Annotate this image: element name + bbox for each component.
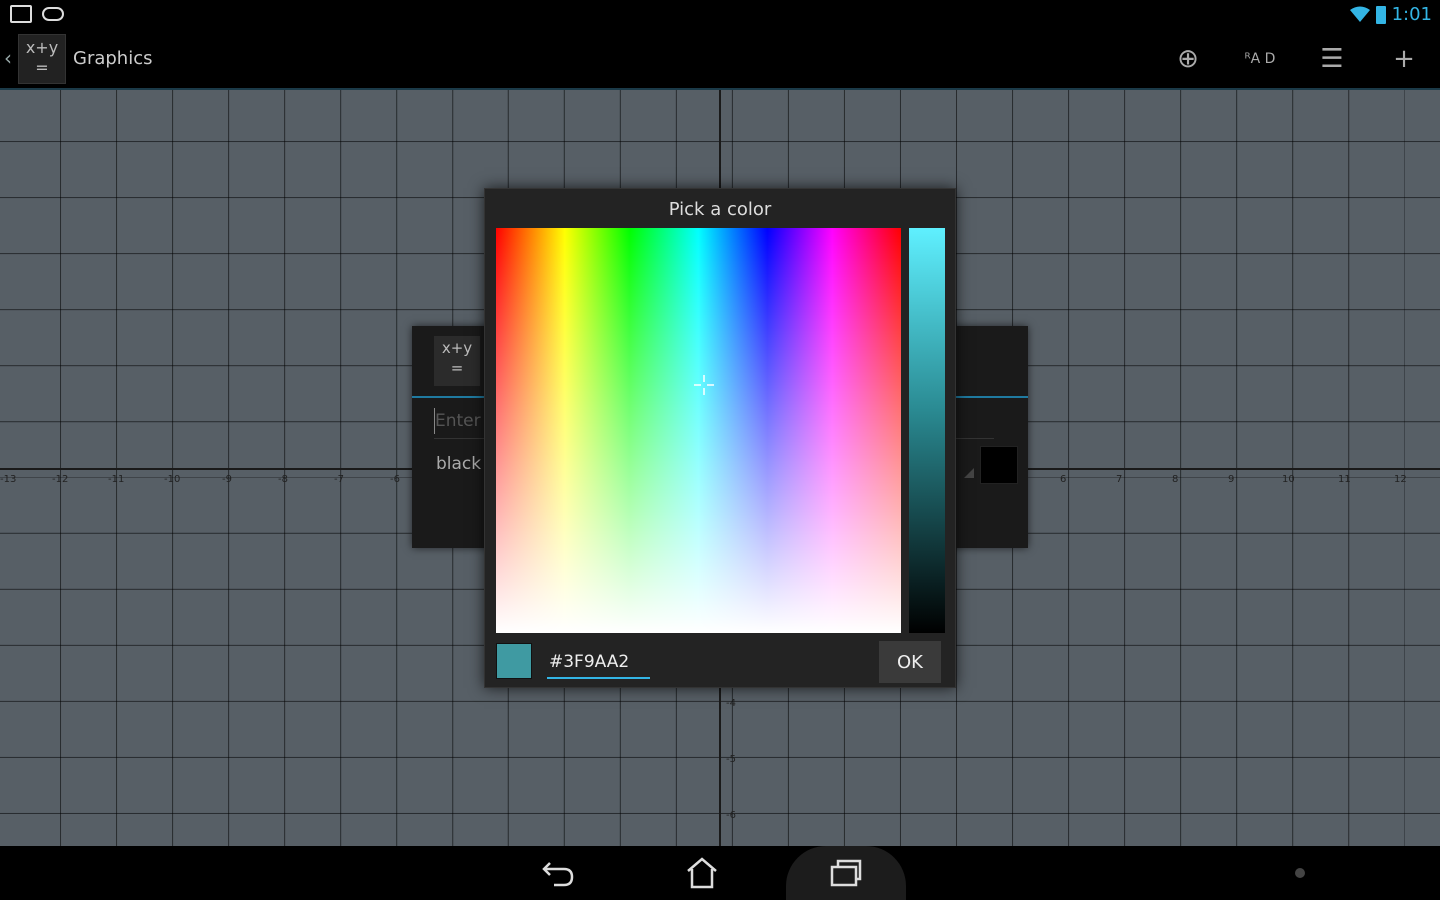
hex-color-input[interactable] — [547, 647, 931, 677]
back-chevron-icon[interactable]: ‹ — [4, 46, 12, 70]
home-icon — [687, 857, 717, 889]
x-tick: -9 — [222, 474, 232, 485]
back-icon — [542, 862, 574, 887]
color-picker-dialog: Pick a color OK — [484, 188, 956, 688]
x-tick: -10 — [164, 474, 181, 485]
battery-icon — [1375, 5, 1386, 24]
x-tick: -13 — [0, 474, 17, 485]
x-tick: 7 — [1116, 474, 1123, 485]
x-tick: 11 — [1338, 474, 1351, 485]
rad-deg-button[interactable]: ᴿA D — [1224, 30, 1296, 88]
dropdown-corner-icon — [964, 468, 974, 478]
formula-logo[interactable]: x+y = — [434, 336, 480, 386]
x-tick: -8 — [278, 474, 288, 485]
y-tick: -6 — [726, 810, 736, 821]
hex-input-underline — [547, 677, 650, 679]
add-button[interactable]: + — [1368, 30, 1440, 88]
dialog-title: Pick a color — [668, 199, 772, 220]
navigation-bar — [0, 846, 1440, 900]
home-button[interactable] — [642, 846, 762, 900]
x-tick: -7 — [334, 474, 344, 485]
app-logo-top: x+y — [25, 38, 59, 57]
add-circle-button[interactable]: ⊕ — [1152, 30, 1224, 88]
status-bar: 1:01 — [0, 0, 1440, 30]
list-icon: ☰ — [1320, 44, 1344, 74]
status-time: 1:01 — [1391, 4, 1432, 25]
game-controller-icon — [42, 7, 64, 21]
formula-logo-bottom: = — [450, 359, 464, 377]
x-tick: 6 — [1060, 474, 1067, 485]
crosshair-icon[interactable] — [694, 375, 714, 395]
picture-icon — [10, 5, 32, 23]
app-logo-bottom: = — [35, 58, 49, 77]
menu-dot-icon[interactable] — [1295, 868, 1305, 878]
add-icon: + — [1393, 44, 1415, 74]
selected-color-swatch — [496, 643, 532, 679]
color-spectrum-picker[interactable] — [496, 228, 901, 633]
ok-button[interactable]: OK — [879, 641, 941, 683]
x-tick: 9 — [1228, 474, 1235, 485]
recent-apps-icon — [830, 859, 862, 887]
action-bar: ‹ x+y = Graphics ⊕ ᴿA D ☰ + — [0, 30, 1440, 90]
x-tick: -12 — [52, 474, 69, 485]
app-logo[interactable]: x+y = — [18, 34, 66, 84]
x-tick: 8 — [1172, 474, 1179, 485]
x-tick: 12 — [1394, 474, 1407, 485]
x-tick: -11 — [108, 474, 125, 485]
formula-logo-top: x+y — [441, 339, 473, 357]
y-tick: -4 — [726, 698, 736, 709]
brightness-slider[interactable] — [909, 228, 945, 633]
y-tick: -5 — [726, 754, 736, 765]
x-tick: -6 — [390, 474, 400, 485]
recent-apps-button[interactable] — [786, 846, 906, 900]
list-button[interactable]: ☰ — [1296, 30, 1368, 88]
line-color-label[interactable]: black — [436, 454, 481, 474]
rad-deg-icon: ᴿA D — [1244, 51, 1276, 67]
x-tick: 10 — [1282, 474, 1295, 485]
formula-input-placeholder: Enter — [435, 411, 481, 431]
line-color-swatch[interactable] — [980, 446, 1018, 484]
add-circle-icon: ⊕ — [1177, 44, 1199, 74]
page-title: Graphics — [73, 48, 153, 69]
back-button[interactable] — [498, 846, 618, 900]
wifi-icon — [1349, 6, 1370, 22]
